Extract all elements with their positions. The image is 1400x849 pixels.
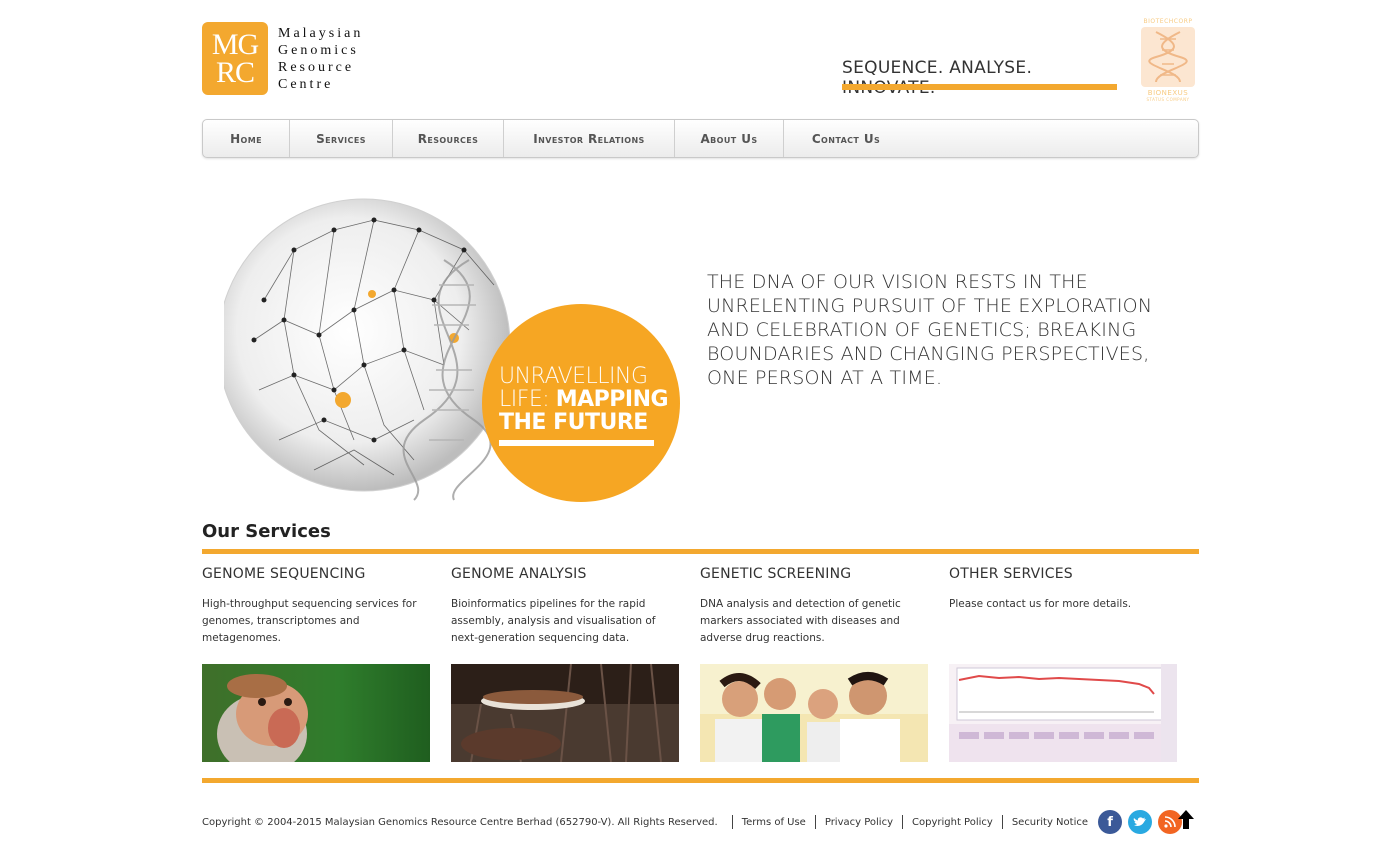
bionexus-badge[interactable]: BIOTECHCORP BIONEXUS STATUS COMPANY: [1140, 18, 1196, 102]
vision-statement: THE DNA OF OUR VISION RESTS IN THE UNREL…: [707, 271, 1153, 389]
logo-wordmark: Malaysian Genomics Resource Centre: [278, 25, 363, 93]
terms-of-use-link[interactable]: Terms of Use: [742, 817, 806, 828]
logo-text-line: Genomics: [278, 42, 359, 58]
privacy-policy-link[interactable]: Privacy Policy: [825, 817, 893, 828]
nav-item-services[interactable]: Services: [290, 120, 393, 157]
service-title[interactable]: GENOME ANALYSIS: [451, 566, 683, 582]
partner-sub-label: STATUS COMPANY: [1146, 97, 1190, 102]
logo-mark-line2: RC: [215, 55, 255, 89]
site-logo[interactable]: MG RC Malaysian Genomics Resource Centre: [202, 22, 363, 95]
logo-text-line: Resource: [278, 59, 355, 75]
partner-top-label: BIOTECHCORP: [1143, 18, 1193, 25]
main-nav: Home Services Resources Investor Relatio…: [202, 119, 1199, 158]
footer-separator: [814, 815, 816, 829]
page: MG RC Malaysian Genomics Resource Centre…: [202, 0, 1199, 849]
service-description: High-throughput sequencing services for …: [202, 598, 417, 644]
service-title[interactable]: GENOME SEQUENCING: [202, 566, 434, 582]
dna-badge-icon: [1141, 27, 1195, 87]
footer-separator: [1001, 815, 1003, 829]
security-notice-link[interactable]: Security Notice: [1012, 817, 1088, 828]
copyright-policy-link[interactable]: Copyright Policy: [912, 817, 993, 828]
twitter-icon[interactable]: [1128, 810, 1153, 834]
mushroom-image[interactable]: [451, 664, 679, 762]
service-description: DNA analysis and detection of genetic ma…: [700, 598, 901, 644]
logo-mark: MG RC: [202, 22, 268, 95]
nav-item-contact-us[interactable]: Contact Us: [784, 120, 908, 157]
service-genome-sequencing: GENOME SEQUENCING High-throughput sequen…: [202, 566, 434, 647]
copyright-text: Copyright © 2004-2015 Malaysian Genomics…: [202, 816, 718, 828]
footer: Copyright © 2004-2015 Malaysian Genomics…: [202, 810, 1199, 834]
analysis-chart-image[interactable]: [949, 664, 1177, 762]
service-genome-analysis: GENOME ANALYSIS Bioinformatics pipelines…: [451, 566, 683, 647]
service-genetic-screening: GENETIC SCREENING DNA analysis and detec…: [700, 566, 932, 647]
service-title[interactable]: OTHER SERVICES: [949, 566, 1181, 582]
hero-circle-underline: [499, 440, 654, 446]
nav-item-home[interactable]: Home: [203, 120, 290, 157]
family-image[interactable]: [700, 664, 928, 762]
footer-separator: [902, 815, 903, 829]
logo-mark-line1: MG: [211, 27, 259, 61]
services-divider: [202, 549, 1199, 554]
tagline-underline: [842, 84, 1117, 90]
service-other-services: OTHER SERVICES Please contact us for mor…: [949, 566, 1181, 613]
logo-text-line: Malaysian: [278, 25, 364, 41]
hero-circle-line2a: LIFE:: [499, 387, 556, 412]
footer-divider: [202, 778, 1199, 783]
hero-circle-line3: THE FUTURE: [499, 410, 648, 435]
hero-circle-line1: UNRAVELLING: [499, 364, 648, 389]
tagline: SEQUENCE. ANALYSE. INNOVATE.: [842, 58, 1033, 98]
network-globe-illustration: [217, 198, 680, 502]
partner-bottom-label: BIONEXUS: [1147, 89, 1189, 97]
facebook-icon[interactable]: f: [1098, 810, 1123, 834]
hero-circle-caption: UNRAVELLING LIFE: MAPPING THE FUTURE: [499, 365, 699, 446]
services-heading: Our Services: [202, 521, 331, 542]
proboscis-monkey-image[interactable]: [202, 664, 430, 762]
hero-circle-line2b: MAPPING: [555, 387, 669, 412]
arrow-up-icon[interactable]: [1176, 808, 1196, 830]
service-title[interactable]: GENETIC SCREENING: [700, 566, 932, 582]
nav-item-investor-relations[interactable]: Investor Relations: [504, 120, 675, 157]
service-description: Bioinformatics pipelines for the rapid a…: [451, 598, 656, 644]
footer-separator: [731, 815, 733, 829]
nav-item-about-us[interactable]: About Us: [675, 120, 784, 157]
nav-item-resources[interactable]: Resources: [393, 120, 504, 157]
hero-graphic: UNRAVELLING LIFE: MAPPING THE FUTURE: [217, 190, 684, 505]
logo-text-line: Centre: [278, 76, 334, 92]
service-description: Please contact us for more details.: [949, 598, 1132, 610]
